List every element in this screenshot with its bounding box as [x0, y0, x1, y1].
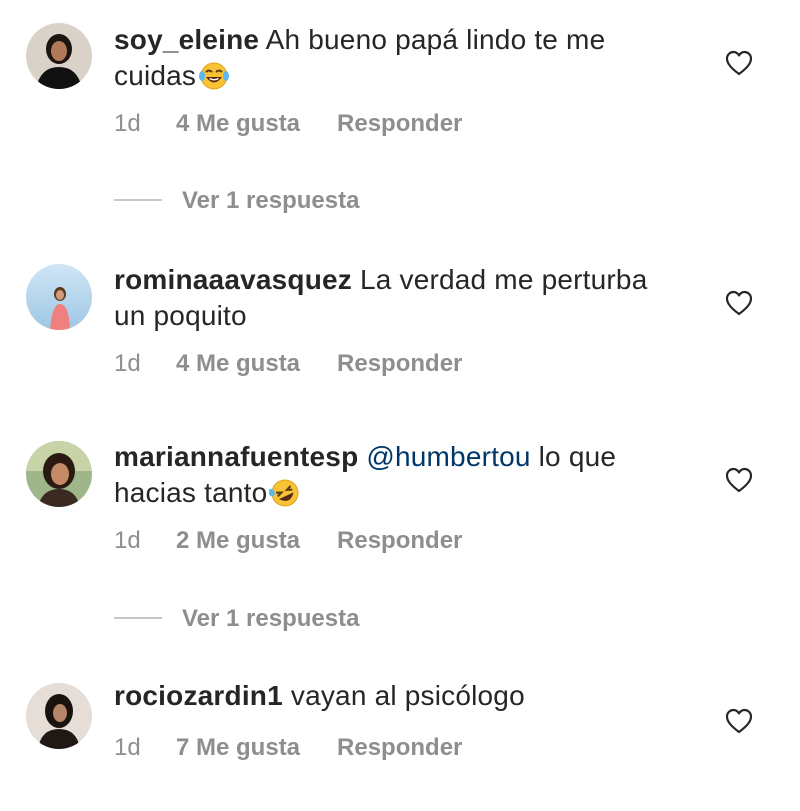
- avatar[interactable]: [26, 441, 92, 507]
- avatar[interactable]: [26, 264, 92, 330]
- reply-button[interactable]: Responder: [337, 349, 462, 379]
- view-replies-button[interactable]: Ver 1 respuesta: [114, 186, 359, 216]
- view-replies-button[interactable]: Ver 1 respuesta: [114, 604, 359, 634]
- like-heart-icon[interactable]: [725, 290, 753, 316]
- username[interactable]: rominaaavasquez: [114, 264, 352, 295]
- view-replies-label: Ver 1 respuesta: [182, 605, 360, 632]
- comment-text: rominaaavasquez La verdad me perturba un…: [114, 262, 674, 334]
- like-heart-icon[interactable]: [725, 50, 753, 76]
- mention-link[interactable]: @humbertou: [366, 441, 530, 472]
- likes-count[interactable]: 4 Me gusta: [176, 109, 300, 139]
- username[interactable]: soy_eleine: [114, 24, 259, 55]
- comment-time: 1d: [114, 734, 141, 761]
- likes-count[interactable]: 4 Me gusta: [176, 349, 300, 379]
- replies-divider: [114, 616, 162, 619]
- like-heart-icon[interactable]: [725, 467, 753, 493]
- username[interactable]: rociozardin1: [114, 680, 283, 711]
- likes-count[interactable]: 7 Me gusta: [176, 733, 300, 763]
- comment-time: 1d: [114, 527, 141, 554]
- comment-meta: 1d 2 Me gusta Responder: [114, 526, 462, 556]
- comment-meta: 1d 7 Me gusta Responder: [114, 733, 462, 763]
- avatar[interactable]: [26, 23, 92, 89]
- likes-count[interactable]: 2 Me gusta: [176, 526, 300, 556]
- comment-text: mariannafuentesp @humbertou lo que hacia…: [114, 439, 674, 517]
- rolling-on-floor-laughing-icon: [268, 478, 301, 517]
- comment-text: rociozardin1 vayan al psicólogo: [114, 678, 674, 714]
- comment-body: vayan al psicólogo: [290, 680, 525, 711]
- reply-button[interactable]: Responder: [337, 526, 462, 556]
- like-heart-icon[interactable]: [725, 708, 753, 734]
- comment-meta: 1d 4 Me gusta Responder: [114, 109, 462, 139]
- username[interactable]: mariannafuentesp: [114, 441, 358, 472]
- comment-time: 1d: [114, 350, 141, 377]
- comment-text: soy_eleine Ah bueno papá lindo te me cui…: [114, 22, 674, 100]
- laughing-with-tears-icon: [198, 61, 230, 100]
- reply-button[interactable]: Responder: [337, 109, 462, 139]
- comment-time: 1d: [114, 110, 141, 137]
- reply-button[interactable]: Responder: [337, 733, 462, 763]
- view-replies-label: Ver 1 respuesta: [182, 187, 360, 214]
- comment-meta: 1d 4 Me gusta Responder: [114, 349, 462, 379]
- avatar[interactable]: [26, 683, 92, 749]
- replies-divider: [114, 198, 162, 201]
